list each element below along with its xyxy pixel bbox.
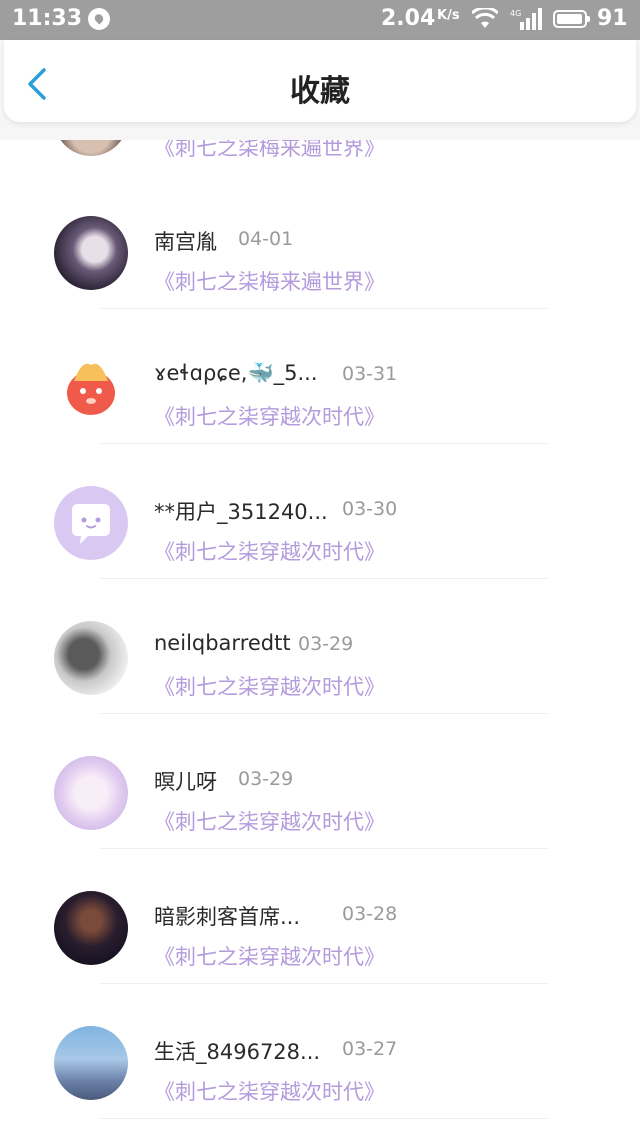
- book-title[interactable]: 《刺七之柒梅来遍世界》: [154, 266, 385, 296]
- list-item[interactable]: 暗影刺客首席... 03-28 《刺七之柒穿越次时代》: [0, 849, 640, 984]
- battery-percent: 91: [597, 6, 628, 31]
- book-title[interactable]: 《刺七之柒穿越次时代》: [154, 401, 385, 431]
- user-name: 暗影刺客首席...: [154, 905, 301, 929]
- list-item[interactable]: 南宫胤 04-01 《刺七之柒梅来遍世界》: [0, 174, 640, 309]
- book-title[interactable]: 《刺七之柒穿越次时代》: [154, 536, 385, 566]
- date-label: 03-31: [342, 363, 398, 385]
- divider: [100, 1118, 548, 1119]
- chat-bubble-icon: [72, 504, 110, 544]
- date-label: 03-29: [238, 768, 294, 790]
- avatar: [54, 1026, 128, 1100]
- book-title[interactable]: 《刺七之柒穿越次时代》: [154, 671, 385, 701]
- avatar: [54, 486, 128, 560]
- date-label: 03-27: [342, 1038, 398, 1060]
- status-bar: 11:33 2.04 K/s 4G 91: [0, 0, 640, 40]
- user-name: ɤeɬɑρɕe,🐳_5...: [154, 361, 318, 385]
- avatar: [54, 756, 128, 830]
- list-item[interactable]: 暝儿呀 03-29 《刺七之柒穿越次时代》: [0, 714, 640, 849]
- list-item[interactable]: neilqbarredtt 03-29 《刺七之柒穿越次时代》: [0, 579, 640, 714]
- network-speed-unit: K/s: [437, 8, 460, 23]
- book-title[interactable]: 《刺七之柒穿越次时代》: [154, 1076, 385, 1106]
- wifi-icon: [472, 8, 498, 28]
- status-time: 11:33: [12, 6, 83, 31]
- user-name: **用户_351240...: [154, 500, 328, 524]
- avatar: [54, 891, 128, 965]
- avatar: [54, 351, 128, 425]
- battery-icon: [553, 10, 590, 28]
- user-name: 南宫胤: [154, 230, 217, 254]
- book-title[interactable]: 《刺七之柒穿越次时代》: [154, 806, 385, 836]
- avatar: [54, 621, 128, 695]
- user-name: 暝儿呀: [154, 770, 217, 794]
- date-label: 04-01: [238, 228, 294, 250]
- signal-icon: 4G: [510, 8, 542, 30]
- network-type-label: 4G: [510, 9, 521, 18]
- book-title[interactable]: 《刺七之柒梅来遍世界》: [154, 140, 385, 162]
- network-speed: 2.04: [381, 6, 436, 31]
- list-item[interactable]: **用户_351240... 03-30 《刺七之柒穿越次时代》: [0, 444, 640, 579]
- date-label: 03-28: [342, 903, 398, 925]
- page-header: 收藏: [4, 40, 636, 122]
- user-name: 生活_8496728...: [154, 1040, 321, 1064]
- page-title: 收藏: [290, 74, 350, 109]
- list-item[interactable]: 《刺七之柒梅来遍世界》: [0, 140, 640, 174]
- list-item[interactable]: 生活_8496728... 03-27 《刺七之柒穿越次时代》: [0, 984, 640, 1119]
- notification-icon: [88, 8, 110, 30]
- book-title[interactable]: 《刺七之柒穿越次时代》: [154, 941, 385, 971]
- avatar: [54, 140, 128, 156]
- avatar: [54, 216, 128, 290]
- date-label: 03-30: [342, 498, 398, 520]
- cartoon-avatar-icon: [67, 363, 115, 415]
- list-item[interactable]: ɤeɬɑρɕe,🐳_5... 03-31 《刺七之柒穿越次时代》: [0, 309, 640, 444]
- date-label: 03-29: [298, 633, 354, 655]
- user-name: neilqbarredtt: [154, 631, 291, 655]
- favorites-list: 《刺七之柒梅来遍世界》 南宫胤 04-01 《刺七之柒梅来遍世界》 ɤeɬɑρɕ…: [0, 140, 640, 1119]
